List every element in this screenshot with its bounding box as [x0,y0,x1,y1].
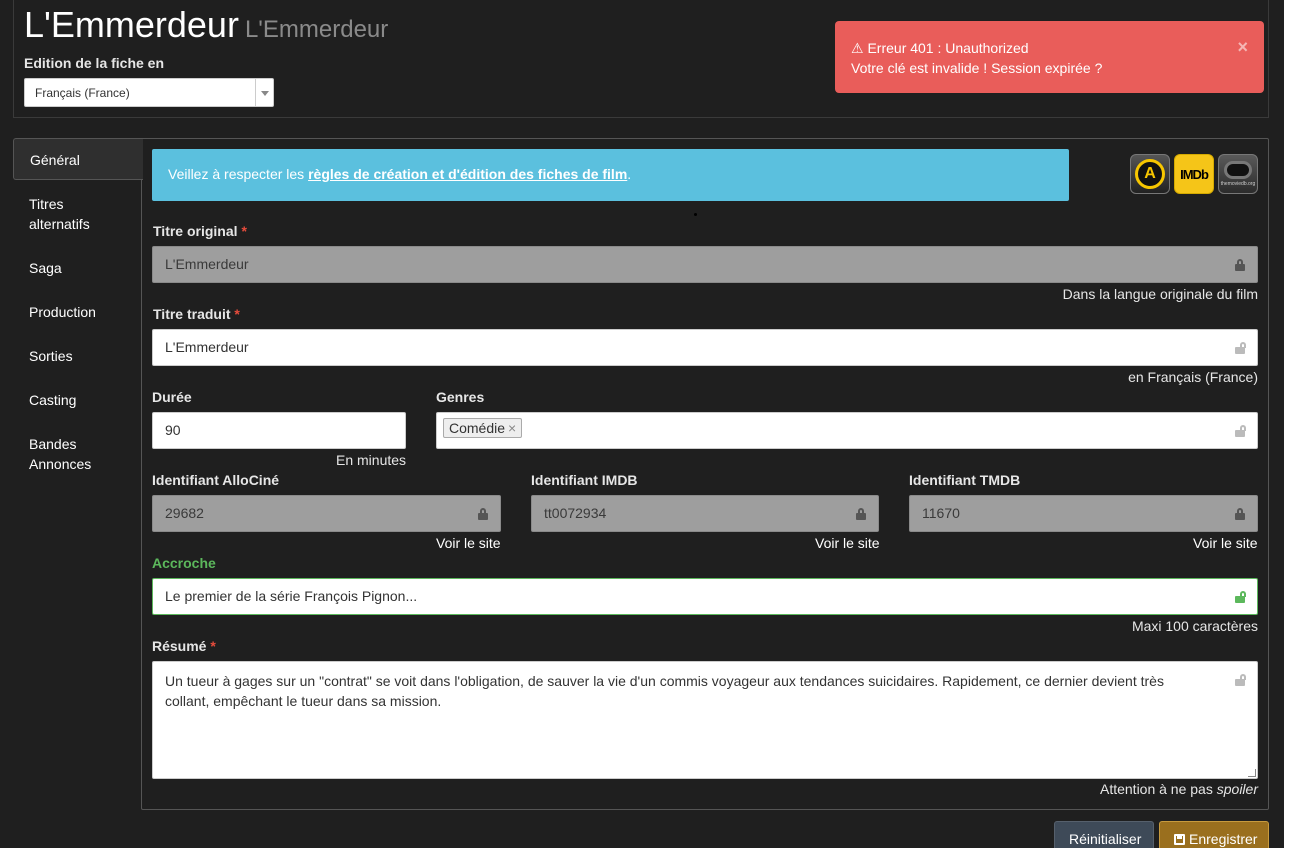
tmdb-id-label: Identifiant TMDB [909,472,1021,488]
sidebar-item-sorties[interactable]: Sorties [13,346,143,366]
resume-label: Résumé * [152,638,216,654]
lock-icon[interactable] [856,508,866,520]
rules-link[interactable]: règles de création et d'édition des fich… [308,166,627,182]
error-alert: ⚠ Erreur 401 : Unauthorized Votre clé es… [835,21,1264,93]
save-button[interactable]: Enregistrer [1159,821,1269,848]
film-subtitle: L'Emmerdeur [244,16,389,43]
accroche-field[interactable]: Le premier de la série François Pignon..… [152,578,1258,615]
lock-icon[interactable] [1235,508,1245,520]
close-icon[interactable]: × [1237,37,1248,57]
genres-label: Genres [436,389,485,405]
duree-field[interactable]: 90 [152,412,406,449]
unlock-icon[interactable] [1235,342,1246,354]
alert-message: Votre clé est invalide ! Session expirée… [851,60,1103,76]
sidebar-item-general[interactable]: Général [13,138,143,180]
resume-text: Un tueur à gages sur un "contrat" se voi… [165,673,1164,709]
accroche-help: Maxi 100 caractères [1131,618,1258,634]
imdb-logo-text: IMDb [1180,166,1209,182]
floppy-icon [1174,834,1185,845]
resume-textarea[interactable]: Un tueur à gages sur un "contrat" se voi… [152,661,1258,779]
titre-original-field[interactable]: L'Emmerdeur [152,246,1258,283]
titre-traduit-label: Titre traduit * [153,306,240,322]
resize-handle[interactable] [1248,769,1256,777]
tag-remove-icon[interactable]: × [508,420,516,436]
sidebar-item-production[interactable]: Production [13,302,143,322]
language-select-value: Français (France) [35,86,130,100]
imdb-icon[interactable]: IMDb [1174,154,1214,194]
titre-original-help: Dans la langue originale du film [1062,286,1258,302]
unlock-icon[interactable] [1235,591,1246,603]
language-select[interactable]: Français (France) [24,78,274,107]
info-alert: Veillez à respecter les règles de créati… [152,149,1069,201]
imdb-id-field[interactable]: tt0072934 [531,495,879,532]
tmdb-logo-text: themoviedb.org [1220,181,1256,187]
duree-help: En minutes [336,452,407,468]
edition-label: Edition de la fiche en [24,55,165,71]
genre-tag: Comédie × [443,418,523,438]
lock-icon[interactable] [1235,259,1245,271]
chevron-down-icon[interactable] [255,79,273,106]
lock-icon[interactable] [478,508,488,520]
info-prefix: Veillez à respecter les [168,166,309,182]
imdb-site-link[interactable]: Voir le site [815,535,880,551]
sidebar-item-saga[interactable]: Saga [13,258,143,278]
alert-title: Erreur 401 : Unauthorized [867,40,1029,56]
decorative-dot [694,213,697,216]
sidebar-item-bandes-annonces[interactable]: Bandes Annonces [13,434,143,474]
external-links: A IMDb themoviedb.org [1130,154,1258,194]
titre-traduit-field[interactable]: L'Emmerdeur [152,329,1258,366]
page-title: L'Emmerdeur L'Emmerdeur [24,4,388,46]
accroche-label: Accroche [152,555,216,571]
tmdb-id-field[interactable]: 11670 [909,495,1258,532]
warning-icon: ⚠ [851,40,864,56]
resume-help: Attention à ne pas spoiler [1099,781,1258,797]
scrollbar[interactable] [1284,0,1289,848]
sidebar-nav: Général Titres alternatifs Saga Producti… [13,138,143,474]
film-title: L'Emmerdeur [24,4,239,45]
duree-label: Durée [152,389,192,405]
allocine-site-link[interactable]: Voir le site [436,535,501,551]
sidebar-item-titres-alternatifs[interactable]: Titres alternatifs [13,194,143,234]
allocine-id-label: Identifiant AlloCiné [152,472,280,488]
allocine-icon[interactable]: A [1130,154,1170,194]
imdb-id-label: Identifiant IMDB [531,472,638,488]
titre-traduit-help: en Français (France) [1128,369,1258,385]
titre-original-label: Titre original * [153,223,247,239]
unlock-icon[interactable] [1235,674,1246,686]
unlock-icon[interactable] [1235,425,1246,437]
info-suffix: . [627,166,632,182]
tmdb-icon[interactable]: themoviedb.org [1218,154,1258,194]
save-label: Enregistrer [1189,831,1258,847]
tmdb-site-link[interactable]: Voir le site [1193,535,1258,551]
genres-field[interactable]: Comédie × [436,412,1258,449]
reset-button[interactable]: Réinitialiser [1054,821,1154,848]
allocine-id-field[interactable]: 29682 [152,495,501,532]
sidebar-item-casting[interactable]: Casting [13,390,143,410]
